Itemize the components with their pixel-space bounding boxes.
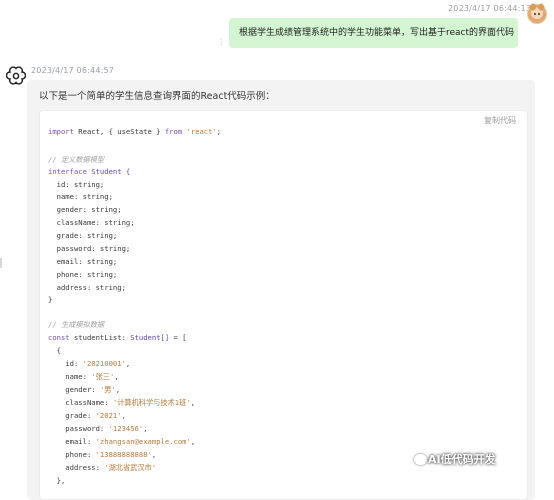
code-line-entry: gender: '男', [48, 385, 120, 395]
code-token: '2021' [95, 411, 122, 420]
watermark-icon [414, 454, 427, 465]
code-token: 'react' [186, 127, 217, 136]
code-token: , [143, 424, 148, 433]
code-line-field: phone: string; [48, 270, 118, 279]
user-message-timestamp: 2023/4/17 06:44:13 [448, 4, 532, 13]
code-token: '张三' [91, 372, 115, 381]
assistant-intro-text: 以下是一个简单的学生信息查询界面的React代码示例： [39, 91, 275, 102]
copy-code-button[interactable]: 复制代码 [484, 115, 516, 126]
code-token: , [151, 450, 157, 459]
code-token: const [48, 333, 70, 342]
code-token: Student { [86, 167, 131, 176]
code-line-field: name: string; [48, 192, 113, 201]
code-token: interface [48, 167, 87, 176]
code-comment: // 生成模拟数据 [48, 320, 105, 329]
code-token: , [190, 437, 196, 446]
code-token: '男' [99, 385, 116, 394]
code-line-entry: address: '湖北省武汉市' [48, 463, 156, 473]
code-token: password: [48, 424, 109, 433]
code-line-entry: id: '20210001', [48, 359, 130, 369]
code-line-object-open: { [48, 346, 61, 355]
code-token: studentList: [69, 333, 131, 342]
watermark-text: AI低代码开发 [428, 453, 496, 466]
code-line-const: const studentList: Student[] = [ [48, 333, 187, 343]
code-token: import [48, 127, 74, 136]
code-line-entry: grade: '2021', [48, 411, 126, 421]
code-line-object-close: }, [48, 476, 66, 485]
code-token: name: [48, 372, 92, 381]
code-comment: // 定义数据模型 [48, 155, 105, 164]
code-line-field: password: string; [48, 244, 131, 253]
assistant-message-timestamp: 2023/4/17 06:44:57 [31, 66, 115, 75]
code-line-field: gender: string; [48, 205, 122, 214]
code-token: , [125, 359, 131, 368]
message-more-icon[interactable]: · · · [220, 36, 223, 50]
code-line-field: className: string; [48, 218, 135, 227]
code-line-entry: className: '计算机科学与技术1班', [48, 398, 195, 408]
avatar-ear-right [536, 2, 546, 12]
avatar-eye-left [534, 13, 536, 15]
assistant-logo-icon [6, 66, 26, 85]
code-line-field: id: string; [48, 180, 105, 189]
avatar-ear-left [528, 2, 538, 12]
code-line-import: import React, { useState } from 'react'; [48, 127, 221, 137]
code-token: phone: [48, 450, 96, 459]
code-line-entry: email: 'zhangsan@example.com', [48, 437, 195, 447]
code-token: ; [216, 127, 222, 136]
code-token: grade: [48, 411, 96, 420]
code-line-brace: } [48, 295, 53, 304]
code-token: email: [48, 437, 96, 446]
code-token: '123456' [108, 424, 144, 433]
code-token: '20210001' [82, 359, 126, 368]
code-token: Student[] [130, 333, 170, 342]
code-line-entry: name: '张三', [48, 372, 119, 382]
code-token: from [164, 127, 183, 136]
code-line-field: email: string; [48, 257, 118, 266]
code-token: React, { useState } [73, 127, 165, 136]
avatar-eye-right [538, 13, 540, 15]
user-message-bubble: 根据学生成绩管理系统中的学生功能菜单，写出基于react的界面代码 [229, 18, 518, 48]
code-line-field: address: string; [48, 283, 126, 292]
code-token: 'zhangsan@example.com' [95, 437, 191, 446]
code-token: , [190, 398, 195, 407]
scroll-marker [0, 258, 2, 268]
code-token: className: [48, 398, 113, 407]
code-line-interface: interface Student { [48, 167, 130, 177]
code-token: , [114, 372, 119, 381]
code-line-entry: phone: '13888888888', [48, 450, 156, 460]
code-token: '13888888888' [95, 450, 152, 459]
code-token: '湖北省武汉市' [104, 463, 157, 472]
user-avatar[interactable] [527, 2, 547, 24]
code-token: , [115, 385, 121, 394]
code-token: address: [48, 463, 105, 472]
code-token: , [121, 411, 126, 420]
code-line-entry: password: '123456', [48, 424, 148, 434]
code-token: gender: [48, 385, 100, 394]
code-line-field: grade: string; [48, 231, 118, 240]
code-token: id: [48, 359, 83, 368]
code-token: '计算机科学与技术1班' [112, 398, 191, 407]
code-token: = [ [169, 333, 187, 342]
